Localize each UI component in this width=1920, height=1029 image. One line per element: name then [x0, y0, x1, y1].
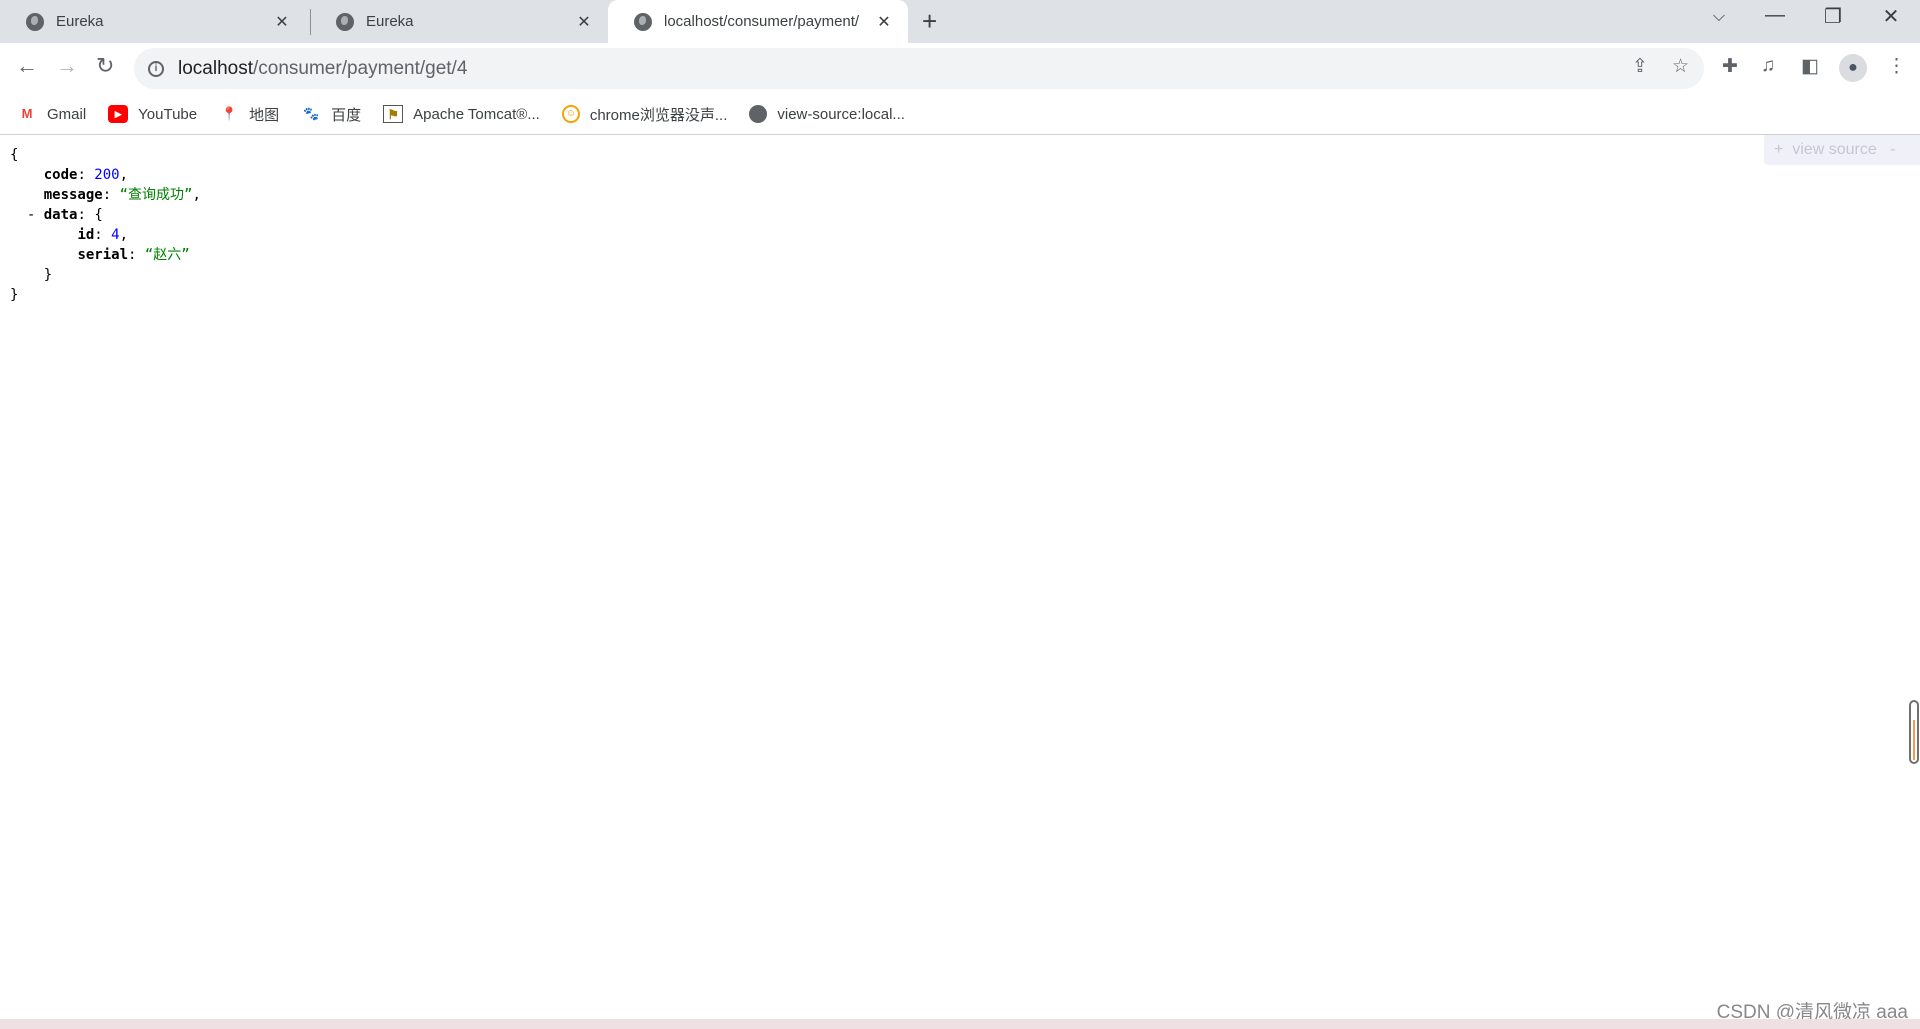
json-viewer: { code: 200, message: “查询成功”, - data: { … [10, 147, 201, 303]
url-text[interactable]: localhost/consumer/payment/get/4 [178, 58, 467, 80]
bookmark-baidu[interactable]: 🐾 百度 [301, 104, 361, 125]
close-tab-icon[interactable]: ✕ [874, 12, 894, 32]
close-window-button[interactable]: ✕ [1868, 4, 1914, 29]
bookmark-youtube[interactable]: ▶ YouTube [108, 105, 197, 123]
tab-title: Eureka [56, 13, 104, 30]
tab-strip: Eureka ✕ Eureka ✕ localhost/consumer/pay… [0, 0, 1920, 43]
forward-icon[interactable]: → [56, 53, 78, 79]
info-icon[interactable]: i [148, 60, 164, 77]
bookmark-view-source[interactable]: view-source:local... [749, 105, 905, 123]
bookmark-maps[interactable]: 📍 地图 [219, 104, 279, 125]
side-panel-icon[interactable]: ◧ [1801, 55, 1819, 78]
bookmark-label: view-source:local... [777, 105, 905, 123]
json-brace: { [10, 147, 19, 163]
smiley-icon: ☺ [561, 105, 580, 123]
json-number: 4 [111, 227, 120, 243]
minimize-button[interactable]: — [1752, 4, 1798, 27]
tomcat-icon: ⚑ [383, 105, 404, 123]
json-brace: } [10, 287, 19, 303]
tab-eureka-2[interactable]: Eureka ✕ [310, 0, 608, 43]
globe-icon [26, 12, 44, 31]
address-bar[interactable]: i localhost/consumer/payment/get/4 [134, 48, 1704, 89]
view-source-toggle[interactable]: + view source - [1764, 135, 1920, 165]
tab-eureka-1[interactable]: Eureka ✕ [0, 0, 306, 43]
bottom-strip [0, 1019, 1920, 1029]
tab-localhost[interactable]: localhost/consumer/payment/ ✕ [608, 0, 908, 43]
bookmark-tomcat[interactable]: ⚑ Apache Tomcat®... [383, 105, 540, 123]
profile-avatar[interactable]: ● [1839, 54, 1867, 82]
bookmark-star-icon[interactable]: ☆ [1672, 55, 1689, 78]
json-key: code [43, 167, 78, 183]
media-playlist-icon[interactable]: ♫ [1761, 55, 1775, 77]
close-tab-icon[interactable]: ✕ [574, 12, 594, 32]
json-number: 200 [94, 167, 120, 183]
maps-pin-icon: 📍 [221, 106, 238, 121]
close-tab-icon[interactable]: ✕ [272, 12, 292, 32]
baidu-paw-icon: 🐾 [303, 106, 320, 121]
bookmark-label: Gmail [47, 105, 87, 123]
expand-icon[interactable]: + [1774, 141, 1783, 158]
url-host: localhost [178, 57, 253, 79]
url-path: /consumer/payment/get/4 [253, 57, 468, 79]
browser-toolbar: ← → ↻ i localhost/consumer/payment/get/4… [0, 43, 1920, 94]
menu-kebab-icon[interactable]: ⋮ [1887, 55, 1906, 78]
youtube-icon: ▶ [108, 105, 129, 123]
tab-title: Eureka [366, 13, 414, 30]
globe-icon [749, 105, 768, 123]
globe-icon [634, 12, 652, 31]
restore-button[interactable]: ❐ [1810, 4, 1856, 29]
share-icon[interactable]: ⇪ [1632, 55, 1648, 78]
tab-title: localhost/consumer/payment/ [664, 13, 860, 30]
json-key: serial [77, 247, 129, 263]
bookmark-label: 百度 [331, 106, 362, 124]
reload-icon[interactable]: ↻ [96, 53, 114, 79]
back-icon[interactable]: ← [16, 53, 38, 79]
json-key: id [77, 227, 95, 243]
collapse-toggle[interactable]: - [27, 207, 35, 223]
json-key: message [43, 187, 103, 203]
scroll-indicator[interactable] [1909, 700, 1919, 764]
bookmark-label: chrome浏览器没声... [589, 106, 728, 124]
globe-icon [336, 12, 354, 31]
bookmark-label: 地图 [249, 106, 280, 124]
bookmark-chrome-sound[interactable]: ☺ chrome浏览器没声... [561, 104, 728, 125]
bookmark-gmail[interactable]: M Gmail [17, 105, 87, 123]
page-content: { code: 200, message: “查询成功”, - data: { … [0, 135, 1920, 1019]
json-string: “赵六” [144, 247, 190, 263]
collapse-icon[interactable]: - [1890, 141, 1895, 158]
json-brace: { [94, 207, 103, 223]
new-tab-button[interactable]: + [922, 6, 937, 37]
json-brace: } [43, 267, 53, 283]
gmail-icon: M [21, 106, 33, 121]
bookmarks-bar: M Gmail ▶ YouTube 📍 地图 🐾 百度 ⚑ Apache Tomcat®.… [0, 94, 1920, 135]
bookmark-label: Apache Tomcat®... [413, 105, 540, 123]
tab-search-icon[interactable]: ⌵ [1696, 8, 1742, 26]
json-key: data [43, 207, 78, 223]
bookmark-label: YouTube [138, 105, 198, 123]
json-string: “查询成功” [119, 187, 193, 203]
extensions-icon[interactable]: ✚ [1722, 55, 1738, 78]
view-source-label[interactable]: view source [1792, 141, 1876, 158]
